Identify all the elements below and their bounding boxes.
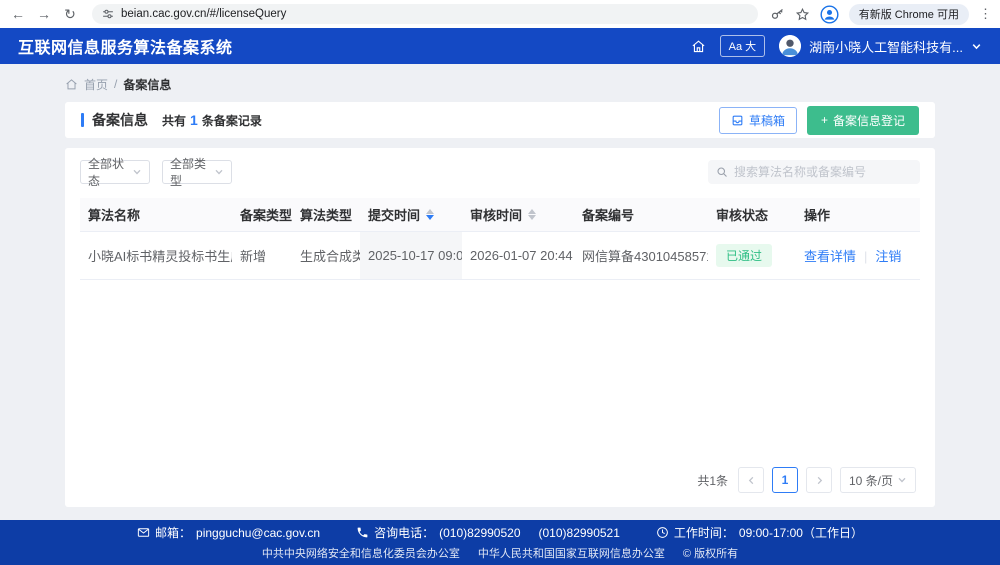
bookmark-star-icon[interactable] [795, 7, 810, 22]
footer-phone: 咨询电话： (010)82990520 (010)82990521 [356, 524, 620, 541]
password-key-icon[interactable] [770, 7, 785, 22]
record-count: 1 [186, 112, 202, 128]
table-header-row: 算法名称 备案类型 算法类型 提交时间 [80, 198, 920, 232]
col-header-filing-no: 备案编号 [574, 198, 708, 232]
page-title: 备案信息 [92, 110, 148, 130]
table-row: 小晓AI标书精灵投标书生成算法 新增 生成合成类… 2025-10-17 09:… [80, 232, 920, 280]
home-icon[interactable] [691, 39, 706, 54]
browser-menu-icon[interactable]: ⋮ [979, 6, 992, 22]
title-accent-bar [81, 113, 84, 127]
mail-icon [137, 526, 150, 539]
profile-avatar-icon[interactable] [820, 5, 839, 24]
register-button[interactable]: + 备案信息登记 [807, 106, 919, 135]
footer-phone1: (010)82990520 [439, 526, 520, 540]
font-size-button[interactable]: Aa 大 [720, 35, 766, 57]
col-header-review-time[interactable]: 审核时间 [462, 198, 574, 232]
app-title: 互联网信息服务算法备案系统 [18, 34, 233, 58]
user-name: 湖南小晓人工智能科技有... [809, 37, 963, 56]
breadcrumb-current: 备案信息 [123, 76, 171, 93]
pagination-total: 共1条 [697, 472, 728, 489]
browser-toolbar: ← → ↻ beian.cac.gov.cn/#/licenseQuery 有新… [0, 0, 1000, 28]
breadcrumb-separator: / [114, 77, 117, 91]
sort-icon-submit-time[interactable] [426, 209, 434, 220]
chevron-down-icon [214, 167, 224, 177]
count-suffix: 条备案记录 [202, 112, 262, 129]
breadcrumb-home[interactable]: 首页 [84, 76, 108, 93]
action-divider: | [864, 249, 867, 264]
next-page-button[interactable] [806, 467, 832, 493]
col-header-submit-time[interactable]: 提交时间 [360, 198, 462, 232]
cell-actions: 查看详情 | 注销 [796, 232, 920, 280]
records-table: 算法名称 备案类型 算法类型 提交时间 [80, 198, 920, 280]
chevron-down-icon [897, 475, 907, 485]
refresh-icon[interactable]: ↻ [60, 4, 80, 24]
type-filter-select[interactable]: 全部类型 [162, 160, 232, 184]
col-header-actions: 操作 [796, 198, 920, 232]
footer-org1: 中共中央网络安全和信息化委员会办公室 [262, 545, 460, 561]
page-footer: 邮箱： pingguchu@cac.gov.cn 咨询电话： (010)8299… [0, 520, 1000, 565]
user-avatar [779, 35, 801, 57]
cell-review-time: 2026-01-07 20:44 [462, 232, 574, 280]
footer-copyright-line: 中共中央网络安全和信息化委员会办公室 中华人民共和国国家互联网信息办公室 © 版… [262, 545, 738, 561]
register-label: 备案信息登记 [833, 112, 905, 129]
footer-email: 邮箱： pingguchu@cac.gov.cn [137, 524, 320, 541]
clock-icon [656, 526, 669, 539]
main-card: 全部状态 全部类型 [65, 148, 935, 507]
type-filter-value: 全部类型 [170, 155, 214, 189]
draftbox-button[interactable]: 草稿箱 [719, 107, 797, 134]
col-header-algo-type: 算法类型 [292, 198, 360, 232]
cell-status: 已通过 [708, 232, 796, 280]
draftbox-label: 草稿箱 [749, 112, 785, 129]
phone-icon [356, 526, 369, 539]
status-filter-value: 全部状态 [88, 155, 132, 189]
plus-icon: + [821, 113, 828, 127]
draftbox-icon [731, 114, 744, 127]
cell-filing-type: 新增 [232, 232, 292, 280]
page-size-value: 10 条/页 [849, 472, 893, 489]
footer-hours: 工作时间： 09:00-17:00（工作日） [656, 524, 863, 541]
search-icon [716, 166, 728, 178]
cell-algo-type: 生成合成类… [292, 232, 360, 280]
user-menu[interactable]: 湖南小晓人工智能科技有... [779, 35, 982, 57]
col-header-name: 算法名称 [80, 198, 232, 232]
address-bar[interactable]: beian.cac.gov.cn/#/licenseQuery [92, 4, 758, 24]
search-box[interactable] [708, 160, 920, 184]
cell-filing-no: 网信算备4301045857191… [574, 232, 708, 280]
url-text: beian.cac.gov.cn/#/licenseQuery [121, 8, 286, 20]
footer-hours-value: 09:00-17:00（工作日） [739, 524, 863, 541]
page-body: 首页 / 备案信息 备案信息 共有 1 条备案记录 草稿箱 + 备案信息登记 [0, 64, 1000, 520]
prev-page-button[interactable] [738, 467, 764, 493]
search-input[interactable] [734, 165, 912, 179]
filter-row: 全部状态 全部类型 [80, 160, 920, 184]
deregister-link[interactable]: 注销 [875, 249, 901, 264]
site-settings-icon[interactable] [102, 8, 114, 20]
footer-copyright: © 版权所有 [683, 545, 738, 561]
page-size-select[interactable]: 10 条/页 [840, 467, 916, 493]
footer-phone2: (010)82990521 [539, 526, 620, 540]
count-prefix: 共有 [162, 112, 186, 129]
col-header-status: 审核状态 [708, 198, 796, 232]
page-number-current[interactable]: 1 [772, 467, 798, 493]
chrome-update-chip[interactable]: 有新版 Chrome 可用 [849, 4, 969, 25]
pagination: 共1条 1 10 条/页 [80, 461, 920, 495]
cell-submit-time: 2025-10-17 09:02 [360, 232, 462, 280]
status-filter-select[interactable]: 全部状态 [80, 160, 150, 184]
forward-icon[interactable]: → [34, 4, 54, 24]
breadcrumb: 首页 / 备案信息 [65, 72, 935, 96]
title-card: 备案信息 共有 1 条备案记录 草稿箱 + 备案信息登记 [65, 102, 935, 138]
col-header-filing-type: 备案类型 [232, 198, 292, 232]
cell-algorithm-name: 小晓AI标书精灵投标书生成算法 [80, 232, 232, 280]
status-badge: 已通过 [716, 244, 772, 267]
back-icon[interactable]: ← [8, 4, 28, 24]
view-details-link[interactable]: 查看详情 [804, 249, 856, 264]
footer-email-value: pingguchu@cac.gov.cn [196, 526, 320, 540]
breadcrumb-home-icon[interactable] [65, 78, 78, 91]
chevron-down-icon [132, 167, 142, 177]
chevron-down-icon [971, 41, 982, 52]
sort-icon-review-time[interactable] [528, 209, 536, 220]
app-header: 互联网信息服务算法备案系统 Aa 大 湖南小晓人工智能科技有... [0, 28, 1000, 64]
footer-org2: 中华人民共和国国家互联网信息办公室 [478, 545, 665, 561]
